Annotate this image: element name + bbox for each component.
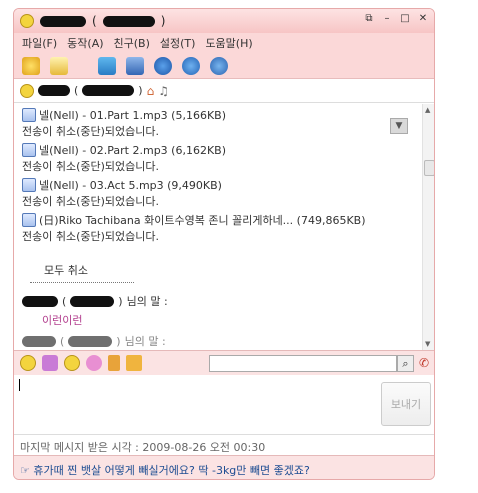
menu-action[interactable]: 동작(A) [67,35,103,51]
scroll-thumb[interactable] [424,160,434,176]
headset-icon[interactable] [210,56,228,75]
window-title: ( ) [40,14,165,28]
message-input[interactable]: 보내기 [14,375,434,434]
contact-paren-open: ( [74,84,79,97]
menu-settings[interactable]: 설정(T) [160,35,196,51]
menu-file[interactable]: 파일(F) [22,35,57,51]
gift-icon[interactable] [42,355,58,371]
message-header: ( ) 님의 말 : [22,293,414,309]
send-file-icon[interactable] [50,56,68,75]
photo-icon[interactable] [98,56,116,75]
menu-friends[interactable]: 친구(B) [114,35,150,51]
maximize-button[interactable]: □ [400,14,410,24]
chat-scrollbar[interactable]: ▲ ▼ [422,104,434,350]
send-button[interactable]: 보내기 [381,382,431,426]
transfer-status: 전송이 취소(중단)되었습니다. [22,230,160,243]
collapse-button[interactable]: ▼ [390,118,408,134]
home-icon[interactable]: ⌂ [147,84,155,98]
input-toolbar: ⌕ ✆ [14,350,434,375]
sender-paren-open: ( [62,294,67,308]
messenger-window: ( ) ⧉ – □ ✕ 파일(F) 동작(A) 친구(B) 설정(T) 도움말(… [13,8,435,480]
phone-icon[interactable]: ✆ [419,355,431,372]
pen-icon[interactable] [108,355,120,371]
restore-button[interactable]: ⧉ [364,14,374,24]
file-transfer: 넬(Nell) - 01.Part 1.mp3 (5,166KB) 전송이 취소… [22,107,414,139]
media-file-icon [22,178,36,192]
media-file-icon [22,213,36,227]
message-header: ( ) 님의 말 : [22,333,414,349]
character-icon[interactable] [64,355,80,371]
message-text: 이런이런 [42,314,83,327]
search-icon[interactable]: ⌕ [397,355,414,372]
window-icon[interactable] [126,56,144,75]
redacted-id [102,15,155,27]
add-friend-icon[interactable] [22,56,40,75]
media-file-icon [22,143,36,157]
flower-icon[interactable] [86,355,102,371]
close-button[interactable]: ✕ [418,14,428,24]
transfer-status: 전송이 취소(중단)되었습니다. [22,195,160,208]
transfer-status: 전송이 취소(중단)되었습니다. [22,125,160,138]
file-name[interactable]: 넬(Nell) - 03.Act 5.mp3 (9,490KB) [39,177,222,193]
contact-bar: ( ) ⌂ ♫ [14,79,434,103]
redacted-contact-name [38,85,70,96]
file-name[interactable]: (日)Riko Tachibana 화이트수영복 존니 꼴리게하네... (74… [39,212,366,228]
says-label: 님의 말 : [126,295,168,308]
status-smile-icon [20,83,34,98]
redacted-sender-id [70,295,115,307]
divider [30,282,134,283]
webcam-icon[interactable] [182,56,200,75]
sender-paren-close: ) [116,334,121,348]
messenger-smile-icon [20,14,34,28]
sender-paren-close: ) [118,294,123,308]
title-paren-open: ( [92,14,97,28]
file-name[interactable]: 넬(Nell) - 01.Part 1.mp3 (5,166KB) [39,107,226,123]
font-icon[interactable] [126,355,142,371]
chat-history: 넬(Nell) - 01.Part 1.mp3 (5,166KB) 전송이 취소… [14,104,422,350]
file-transfer: 넬(Nell) - 02.Part 2.mp3 (6,162KB) 전송이 취소… [22,142,414,174]
scroll-down-icon[interactable]: ▼ [425,340,430,348]
ad-link[interactable]: ☞ 휴가때 찐 뱃살 어떻게 빼실거에요? 딱 -3kg만 빼면 좋겠죠? [14,455,434,479]
says-label: 님의 말 : [124,335,166,348]
text-caret [19,379,20,391]
file-transfer: 넬(Nell) - 03.Act 5.mp3 (9,490KB) 전송이 취소(… [22,177,414,209]
sender-paren-open: ( [60,334,65,348]
media-file-icon [22,108,36,122]
menu-help[interactable]: 도움말(H) [205,35,252,51]
redacted-sender-name [22,295,58,307]
scroll-up-icon[interactable]: ▲ [425,106,430,114]
clock-icon[interactable] [154,56,172,75]
minimize-button[interactable]: – [382,14,392,24]
title-bar[interactable]: ( ) ⧉ – □ ✕ [14,9,434,33]
title-paren-close: ) [160,14,166,28]
redacted-sender-name [22,335,56,347]
contact-paren-close: ) [138,84,143,97]
file-name[interactable]: 넬(Nell) - 02.Part 2.mp3 (6,162KB) [39,142,226,158]
toolbar [14,53,434,79]
music-note-icon[interactable]: ♫ [158,84,169,98]
redacted-name [40,15,86,27]
last-message-time: 마지막 메시지 받은 시각 : 2009-08-26 오전 00:30 [14,434,434,454]
search-input[interactable] [209,355,397,372]
emoticon-icon[interactable] [20,355,36,371]
cancel-all-link[interactable]: 모두 취소 [44,262,414,278]
transfer-status: 전송이 취소(중단)되었습니다. [22,160,160,173]
file-transfer: (日)Riko Tachibana 화이트수영복 존니 꼴리게하네... (74… [22,212,414,244]
redacted-contact-id [82,85,135,96]
menu-bar: 파일(F) 동작(A) 친구(B) 설정(T) 도움말(H) [14,33,434,53]
redacted-sender-id [68,335,113,347]
